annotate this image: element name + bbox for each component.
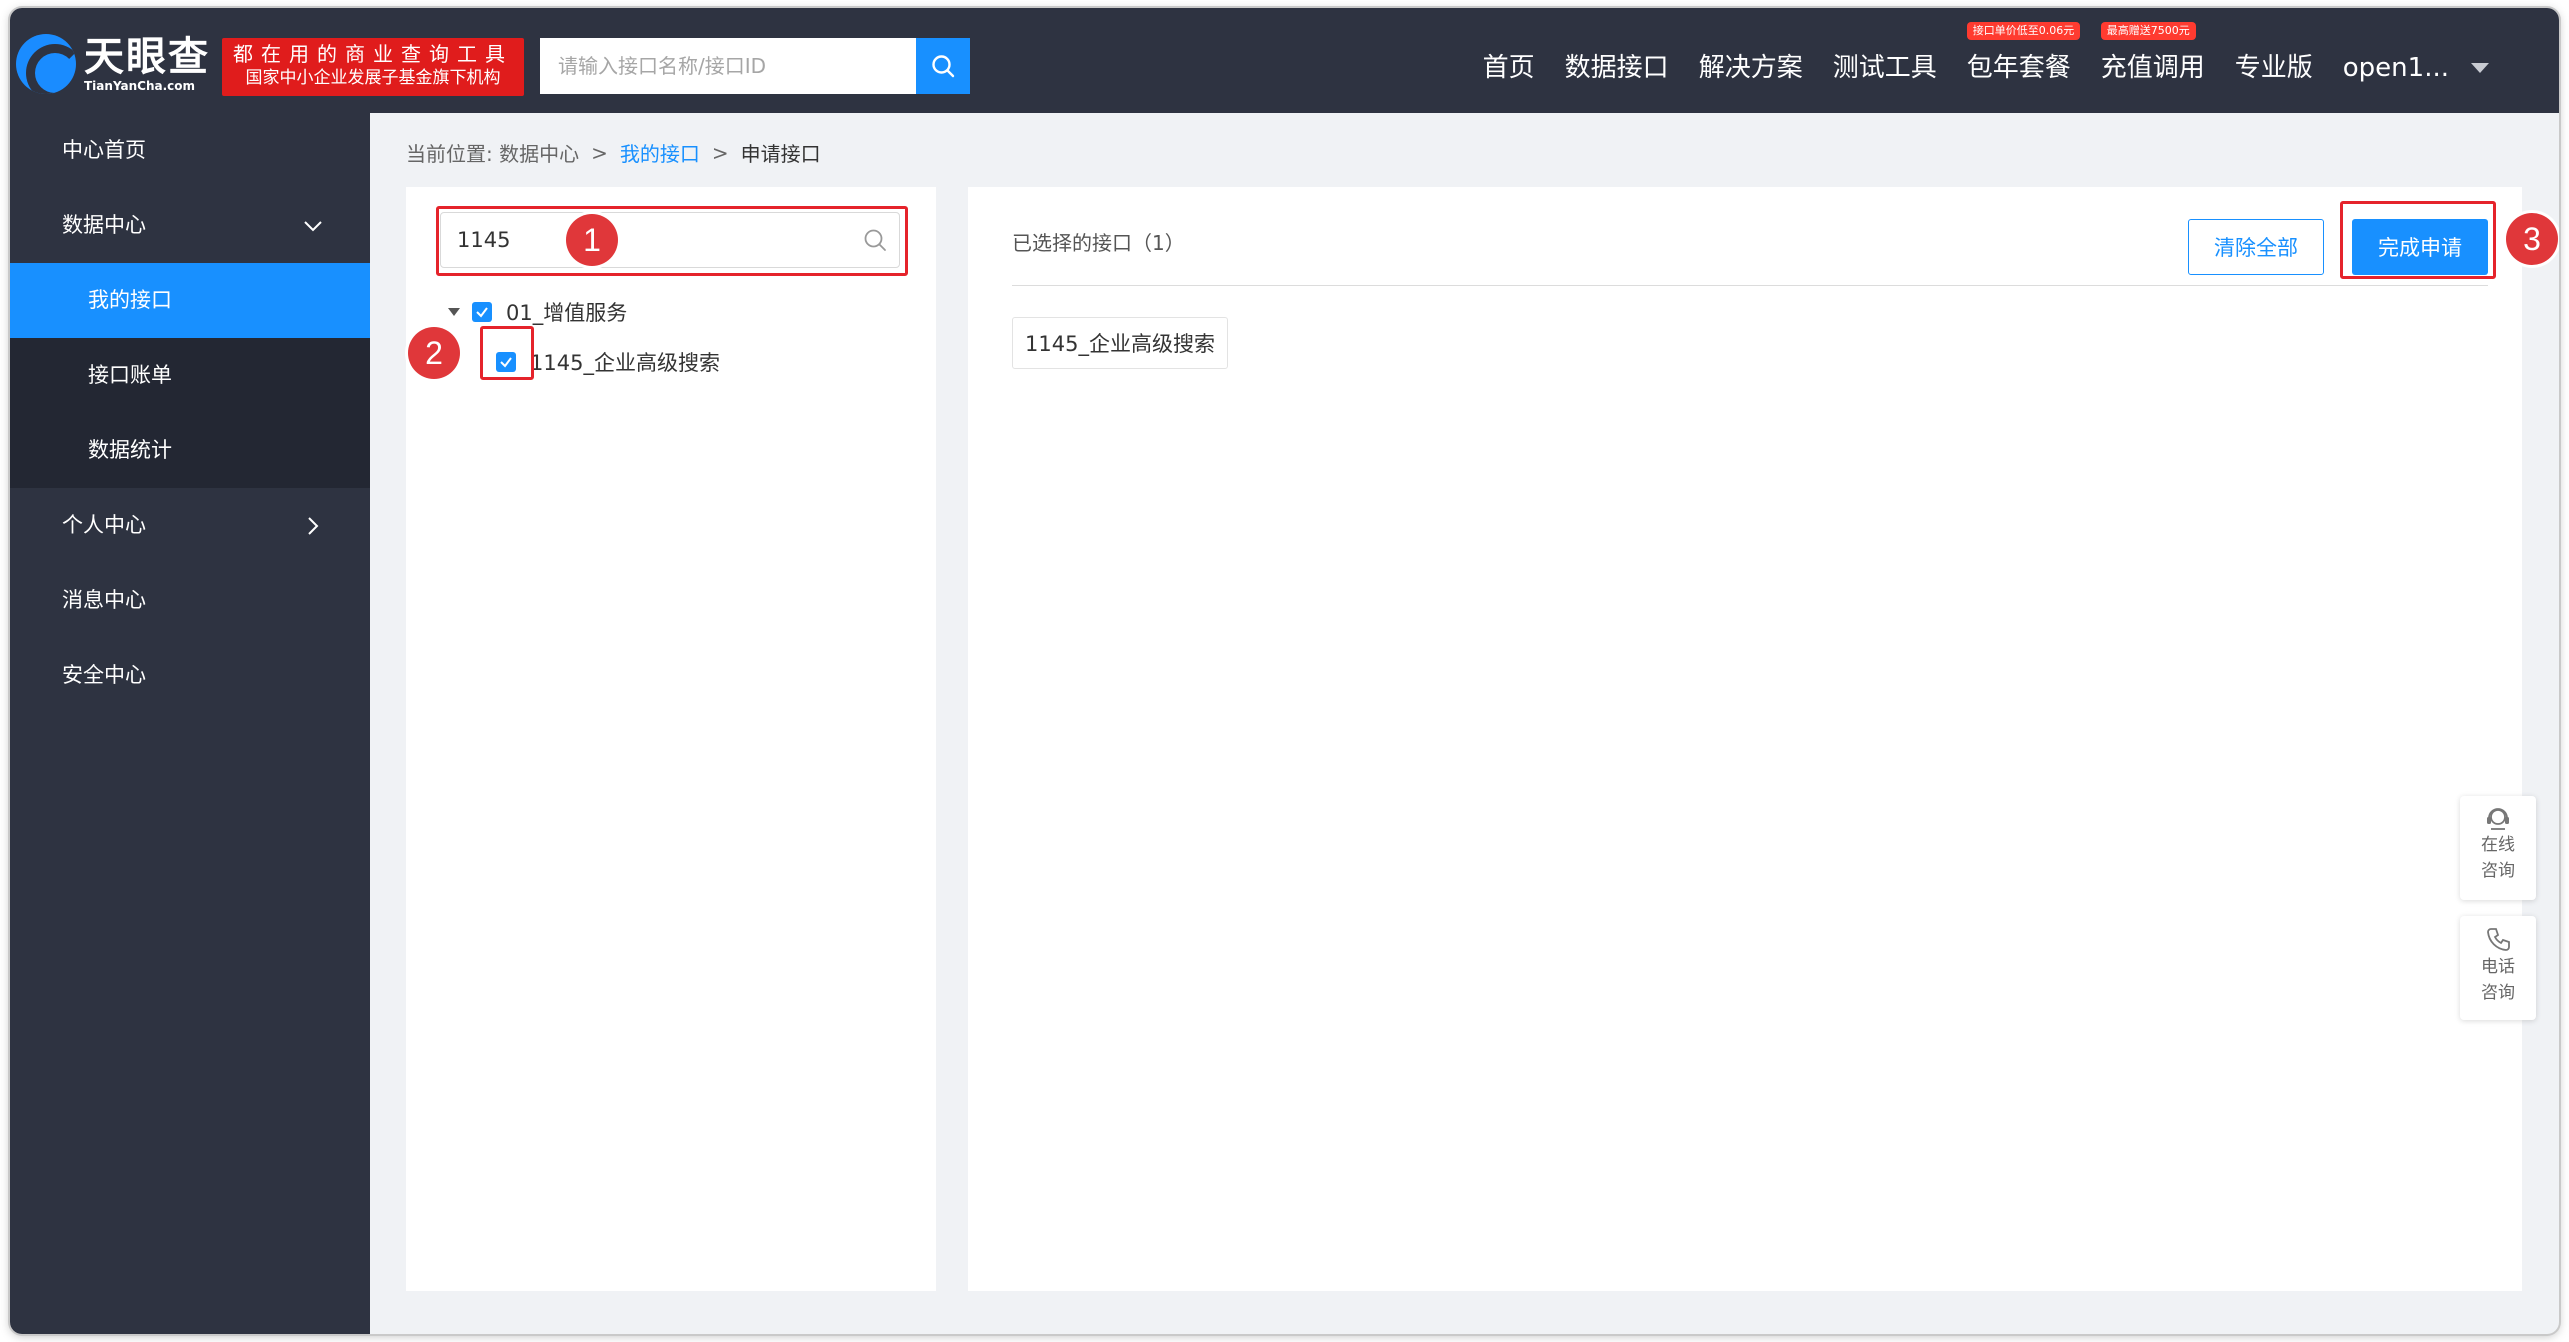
tree-filter bbox=[440, 212, 900, 268]
tree-group-row[interactable]: 01_增值服务 bbox=[448, 297, 627, 327]
check-icon bbox=[476, 307, 488, 318]
tree-item-row[interactable]: 1145_企业高级搜索 bbox=[496, 347, 720, 377]
nav-recharge[interactable]: 最高赠送7500元 充值调用 bbox=[2100, 22, 2205, 88]
selected-api-tag: 1145_企业高级搜索 bbox=[1012, 317, 1228, 369]
sidebar-item-personal-center[interactable]: 个人中心 bbox=[10, 488, 370, 563]
promo-line-1: 都在用的商业查询工具 bbox=[233, 42, 513, 66]
header-search bbox=[540, 38, 970, 94]
breadcrumb-separator: > bbox=[711, 140, 729, 165]
phone-consult-button[interactable]: 电话 咨询 bbox=[2460, 916, 2536, 1020]
sidebar-item-my-api[interactable]: 我的接口 bbox=[10, 263, 370, 338]
nav-label: 专业版 bbox=[2234, 53, 2313, 83]
nav-label: 充值调用 bbox=[2100, 53, 2205, 83]
search-icon[interactable] bbox=[851, 227, 899, 253]
float-label: 咨询 bbox=[2481, 861, 2515, 881]
sidebar-item-label: 消息中心 bbox=[62, 588, 146, 612]
promo-line-2: 国家中小企业发展子基金旗下机构 bbox=[245, 68, 501, 88]
search-icon bbox=[932, 55, 955, 78]
tree-group-checkbox[interactable] bbox=[472, 302, 492, 322]
divider bbox=[1012, 285, 2488, 286]
nav-label: 数据接口 bbox=[1564, 53, 1669, 83]
headset-icon bbox=[2487, 808, 2509, 830]
sidebar-item-api-bill[interactable]: 接口账单 bbox=[10, 338, 370, 413]
nav-solutions[interactable]: 解决方案 bbox=[1699, 48, 1803, 88]
nav-label: 解决方案 bbox=[1698, 53, 1803, 83]
tree-item-checkbox[interactable] bbox=[496, 352, 516, 372]
chevron-down-icon bbox=[302, 188, 324, 263]
nav-label: 首页 bbox=[1482, 53, 1535, 83]
complete-application-button[interactable]: 完成申请 bbox=[2352, 219, 2488, 275]
nav-label: 包年套餐 bbox=[1966, 53, 2071, 83]
nav-home[interactable]: 首页 bbox=[1483, 48, 1535, 88]
nav-label: 测试工具 bbox=[1832, 53, 1937, 83]
tree-filter-input[interactable] bbox=[441, 213, 851, 267]
online-consult-button[interactable]: 在线 咨询 bbox=[2460, 796, 2536, 900]
nav-test-tools[interactable]: 测试工具 bbox=[1833, 48, 1937, 88]
check-icon bbox=[500, 357, 512, 368]
sidebar-item-label: 安全中心 bbox=[62, 663, 146, 687]
nav-badge: 最高赠送7500元 bbox=[2100, 22, 2196, 40]
search-button[interactable] bbox=[916, 38, 970, 94]
sidebar-item-label: 个人中心 bbox=[62, 513, 146, 537]
user-name: open1... bbox=[2342, 53, 2449, 83]
annotation-marker: 1 bbox=[566, 214, 618, 266]
sidebar-item-label: 数据统计 bbox=[88, 438, 172, 462]
main-nav: 首页 数据接口 解决方案 测试工具 接口单价低至0.06元 包年套餐 最高赠送7… bbox=[1453, 22, 2489, 88]
breadcrumb-current: 申请接口 bbox=[740, 142, 821, 166]
sidebar-item-label: 接口账单 bbox=[88, 363, 172, 387]
chevron-down-icon bbox=[2471, 63, 2489, 73]
breadcrumb-link-my-api[interactable]: 我的接口 bbox=[620, 138, 700, 167]
chevron-right-icon bbox=[302, 488, 324, 563]
sidebar-item-message-center[interactable]: 消息中心 bbox=[10, 563, 370, 638]
top-header: 天眼查 TianYanCha.com 都在用的商业查询工具 国家中小企业发展子基… bbox=[10, 8, 2559, 113]
selected-title: 已选择的接口（1） bbox=[1012, 231, 1185, 255]
nav-badge: 接口单价低至0.06元 bbox=[1966, 22, 2081, 40]
sidebar-item-label: 中心首页 bbox=[62, 138, 146, 162]
phone-icon bbox=[2487, 928, 2510, 951]
breadcrumb-prefix: 当前位置: 数据中心 bbox=[406, 142, 580, 166]
sidebar-item-data-center[interactable]: 数据中心 bbox=[10, 188, 370, 263]
annotation-marker: 2 bbox=[408, 327, 460, 379]
nav-data-api[interactable]: 数据接口 bbox=[1565, 48, 1669, 88]
sidebar-item-label: 我的接口 bbox=[88, 288, 172, 312]
logo[interactable]: 天眼查 TianYanCha.com bbox=[16, 34, 210, 94]
clear-all-button[interactable]: 清除全部 bbox=[2188, 219, 2324, 275]
sidebar-item-label: 数据中心 bbox=[62, 213, 146, 237]
tree-item-label: 1145_企业高级搜索 bbox=[530, 351, 720, 375]
logo-subtitle: TianYanCha.com bbox=[84, 79, 196, 93]
sidebar-item-data-stats[interactable]: 数据统计 bbox=[10, 413, 370, 488]
logo-title: 天眼查 bbox=[84, 34, 210, 80]
breadcrumb: 当前位置: 数据中心 > 我的接口 > 申请接口 bbox=[406, 138, 821, 167]
sidebar-item-center-home[interactable]: 中心首页 bbox=[10, 113, 370, 188]
float-label: 在线 bbox=[2481, 835, 2515, 855]
logo-icon bbox=[16, 34, 76, 94]
float-label: 咨询 bbox=[2481, 983, 2515, 1003]
caret-down-icon[interactable] bbox=[448, 308, 460, 316]
breadcrumb-separator: > bbox=[591, 140, 608, 165]
sidebar-item-security-center[interactable]: 安全中心 bbox=[10, 638, 370, 713]
float-label: 电话 bbox=[2481, 957, 2515, 977]
app-window: 天眼查 TianYanCha.com 都在用的商业查询工具 国家中小企业发展子基… bbox=[10, 8, 2559, 1334]
user-menu[interactable]: open1... bbox=[2343, 48, 2489, 88]
api-tree-panel: 01_增值服务 1145_企业高级搜索 bbox=[406, 187, 936, 1291]
nav-pro-version[interactable]: 专业版 bbox=[2235, 48, 2313, 88]
annotation-marker: 3 bbox=[2506, 213, 2558, 265]
nav-annual-package[interactable]: 接口单价低至0.06元 包年套餐 bbox=[1966, 22, 2081, 88]
promo-banner: 都在用的商业查询工具 国家中小企业发展子基金旗下机构 bbox=[222, 38, 524, 96]
selected-api-panel: 已选择的接口（1） 清除全部 完成申请 1145_企业高级搜索 bbox=[968, 187, 2522, 1291]
sidebar-submenu-data-center: 我的接口 接口账单 数据统计 bbox=[10, 263, 370, 488]
sidebar: 中心首页 数据中心 我的接口 接口账单 数据统计 个人中心 消息中心 安全中心 bbox=[10, 113, 370, 1334]
tree-group-label: 01_增值服务 bbox=[506, 301, 628, 325]
search-input[interactable] bbox=[540, 38, 916, 94]
